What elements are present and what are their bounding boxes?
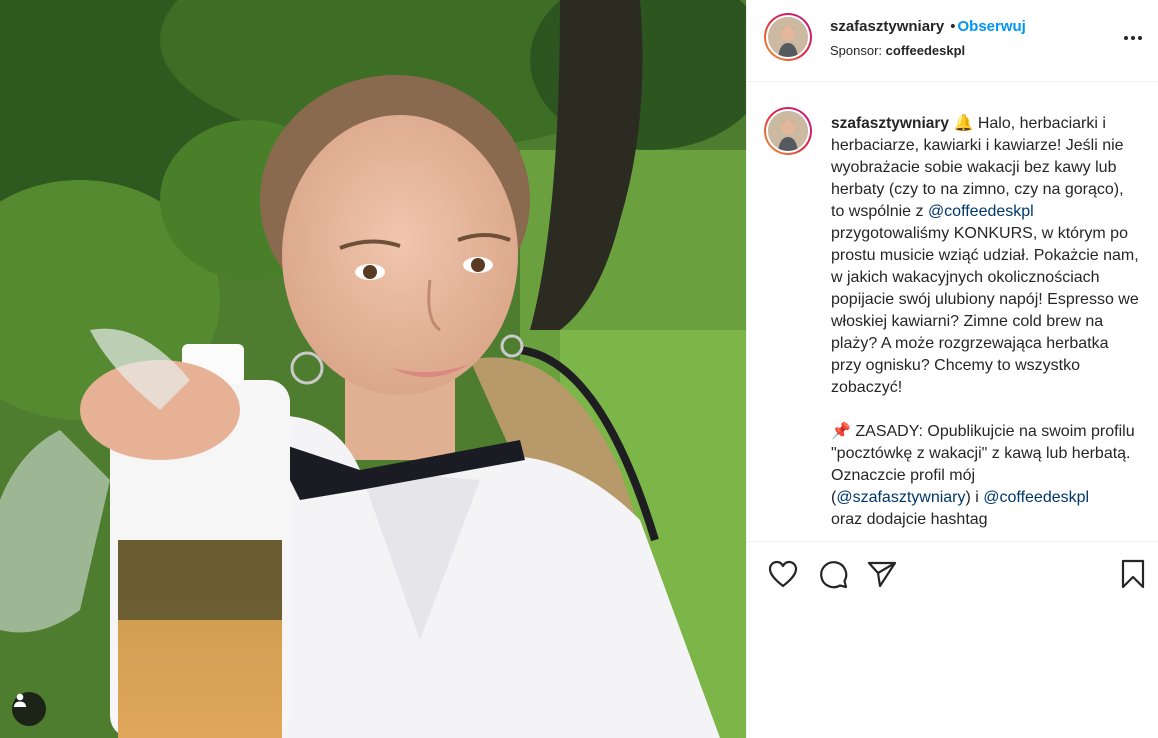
- caption-part-2: przygotowaliśmy KONKURS, w którym po pro…: [831, 225, 1139, 506]
- paper-plane-icon: [867, 561, 897, 588]
- avatar-photo: [768, 17, 808, 57]
- sponsor-link[interactable]: coffeedeskpl: [886, 43, 965, 58]
- sponsor-line: Sponsor: coffeedeskpl: [830, 43, 965, 58]
- bookmark-icon: [1121, 559, 1145, 589]
- avatar-photo: [768, 111, 808, 151]
- caption-part-4: oraz dodajcie hashtag: [831, 511, 988, 528]
- comment-button[interactable]: [816, 557, 850, 591]
- like-button[interactable]: [766, 557, 800, 591]
- heart-icon: [768, 560, 798, 588]
- post-header: szafasztywniary • Obserwuj Sponsor: coffee…: [747, 0, 1158, 82]
- mention-link[interactable]: @coffeedeskpl: [983, 489, 1089, 506]
- header-user-line: szafasztywniary • Obserwuj: [830, 18, 1026, 35]
- mention-link[interactable]: @coffeedeskpl: [928, 203, 1034, 220]
- user-tag-button[interactable]: [12, 692, 46, 726]
- share-button[interactable]: [865, 557, 899, 591]
- more-options-button[interactable]: [1121, 26, 1145, 50]
- username-link[interactable]: szafasztywniary: [830, 18, 944, 35]
- separator-dot: •: [950, 18, 956, 35]
- post-photo[interactable]: [0, 0, 746, 738]
- save-button[interactable]: [1116, 557, 1150, 591]
- avatar[interactable]: [764, 13, 812, 61]
- more-options-icon: [1124, 36, 1142, 40]
- caption-part-3: ) i: [965, 489, 984, 506]
- comment-icon: [820, 561, 848, 589]
- post-side-panel: szafasztywniary • Obserwuj Sponsor: coffee…: [746, 0, 1158, 738]
- caption-username[interactable]: szafasztywniary: [831, 115, 949, 132]
- caption-area: szafasztywniary 🔔 Halo, herbaciarki i he…: [747, 83, 1158, 541]
- caption-text: szafasztywniary 🔔 Halo, herbaciarki i he…: [831, 113, 1141, 531]
- photo-illustration: [0, 0, 746, 738]
- sponsor-prefix: Sponsor:: [830, 43, 883, 58]
- user-tag-icon: [13, 693, 27, 707]
- action-bar: [747, 541, 1158, 601]
- caption-avatar[interactable]: [764, 107, 812, 155]
- mention-link[interactable]: @szafasztywniary: [836, 489, 965, 506]
- follow-button[interactable]: Obserwuj: [958, 18, 1026, 35]
